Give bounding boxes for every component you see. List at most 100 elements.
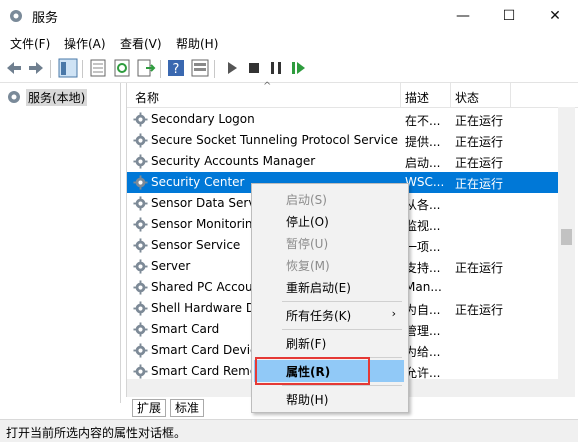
toolbar: ?	[0, 54, 578, 83]
scrollbar-thumb[interactable]	[561, 229, 572, 245]
menu-item-label: 恢复(M)	[286, 259, 330, 273]
service-gear-icon	[133, 175, 148, 190]
service-name: Shell Hardware D	[151, 301, 256, 315]
toolbar-separator	[82, 60, 83, 78]
title-bar: 服务 — ☐ ✕	[0, 0, 578, 32]
service-gear-icon	[133, 259, 148, 274]
service-description: 提供...	[405, 135, 441, 149]
service-status: 正在运行	[455, 114, 504, 128]
back-icon[interactable]	[4, 58, 24, 78]
service-name: Secure Socket Tunneling Protocol Service	[151, 133, 398, 147]
service-name: Smart Card	[151, 322, 220, 336]
service-gear-icon	[133, 196, 148, 211]
maximize-button[interactable]: ☐	[486, 0, 532, 32]
menu-item-all-tasks[interactable]: 所有任务(K) ›	[254, 304, 404, 326]
service-description: 一项...	[405, 240, 441, 254]
service-name: Sensor Service	[151, 238, 241, 252]
menu-item-label: 刷新(F)	[286, 337, 327, 351]
play-icon[interactable]	[222, 58, 242, 78]
column-divider[interactable]	[510, 83, 511, 107]
menu-item-start[interactable]: 启动(S)	[254, 188, 404, 210]
svg-text:?: ?	[173, 62, 180, 77]
service-gear-icon	[133, 154, 148, 169]
column-header-name[interactable]: 名称	[135, 89, 159, 106]
service-gear-icon	[133, 238, 148, 253]
help-icon[interactable]: ?	[166, 58, 186, 78]
service-name: Security Center	[151, 175, 245, 189]
properties-list-icon[interactable]	[88, 58, 108, 78]
column-divider[interactable]	[450, 83, 451, 107]
submenu-arrow-icon: ›	[391, 307, 396, 320]
menu-item-refresh[interactable]: 刷新(F)	[254, 332, 404, 354]
service-row[interactable]: Security Accounts Manager 启动... 正在运行	[127, 151, 559, 172]
service-row[interactable]: Secure Socket Tunneling Protocol Service…	[127, 130, 559, 151]
services-gear-icon	[8, 91, 20, 103]
menu-bar: 文件(F) 操作(A) 查看(V) 帮助(H)	[0, 32, 578, 54]
service-description: 监视...	[405, 219, 441, 233]
service-gear-icon	[133, 280, 148, 295]
highlight-callout-box	[255, 357, 370, 385]
menu-item-label: 暂停(U)	[286, 237, 329, 251]
service-name: Security Accounts Manager	[151, 154, 316, 168]
pause-icon[interactable]	[266, 58, 286, 78]
menu-item-label: 帮助(H)	[286, 393, 329, 407]
menu-view[interactable]: 查看(V)	[120, 35, 162, 52]
services-gear-icon	[10, 10, 22, 22]
refresh-icon[interactable]	[112, 58, 132, 78]
column-header-description[interactable]: 描述	[405, 89, 429, 106]
forward-icon[interactable]	[26, 58, 46, 78]
service-description: 支持...	[405, 261, 441, 275]
console-tree-icon[interactable]	[190, 58, 210, 78]
sort-caret-icon: ^	[263, 81, 272, 92]
menu-item-label: 所有任务(K)	[286, 309, 352, 323]
service-description: 启动...	[405, 156, 441, 170]
menu-item-label: 启动(S)	[286, 193, 327, 207]
service-name: Secondary Logon	[151, 112, 255, 126]
tree-item-services-local[interactable]: 服务(本地)	[4, 88, 114, 106]
column-divider[interactable]	[400, 83, 401, 107]
list-header: 名称 ^ 描述 状态	[127, 81, 578, 108]
service-status: 正在运行	[455, 156, 504, 170]
service-description: 在不...	[405, 114, 441, 128]
service-description: 从各...	[405, 198, 441, 212]
service-name: Sensor Data Serv	[151, 196, 256, 210]
service-gear-icon	[133, 217, 148, 232]
status-bar: 打开当前所选内容的属性对话框。	[0, 419, 578, 442]
service-gear-icon	[133, 343, 148, 358]
menu-file[interactable]: 文件(F)	[10, 35, 50, 52]
service-name: Shared PC Accou	[151, 280, 253, 294]
menu-item-restart[interactable]: 重新启动(E)	[254, 276, 404, 298]
console-tree-pane: 服务(本地)	[0, 83, 121, 403]
toolbar-separator	[214, 60, 215, 78]
tab-standard[interactable]: 标准	[170, 399, 205, 417]
menu-item-label: 停止(O)	[286, 215, 329, 229]
tree-item-label: 服务(本地)	[26, 89, 88, 106]
menu-item-stop[interactable]: 停止(O)	[254, 210, 404, 232]
stop-icon[interactable]	[244, 58, 264, 78]
vertical-scrollbar[interactable]	[558, 107, 575, 397]
restart-icon[interactable]	[288, 58, 308, 78]
menu-item-pause[interactable]: 暂停(U)	[254, 232, 404, 254]
menu-help[interactable]: 帮助(H)	[176, 35, 218, 52]
service-description: Man...	[405, 280, 442, 294]
tab-extended[interactable]: 扩展	[132, 399, 167, 417]
menu-item-label: 重新启动(E)	[286, 281, 351, 295]
minimize-button[interactable]: —	[440, 0, 486, 32]
service-status: 正在运行	[455, 261, 504, 275]
toolbar-separator	[160, 60, 161, 78]
column-header-status[interactable]: 状态	[455, 89, 479, 106]
service-gear-icon	[133, 322, 148, 337]
service-gear-icon	[133, 364, 148, 379]
service-status: 正在运行	[455, 135, 504, 149]
show-tree-icon[interactable]	[58, 58, 78, 78]
menu-separator	[282, 329, 402, 330]
service-gear-icon	[133, 112, 148, 127]
close-button[interactable]: ✕	[532, 0, 578, 32]
status-text: 打开当前所选内容的属性对话框。	[6, 426, 187, 440]
service-row[interactable]: Secondary Logon 在不... 正在运行	[127, 109, 559, 130]
menu-item-help[interactable]: 帮助(H)	[254, 388, 404, 410]
service-status: 正在运行	[455, 177, 504, 191]
export-list-icon[interactable]	[136, 58, 156, 78]
menu-action[interactable]: 操作(A)	[64, 35, 106, 52]
menu-item-resume[interactable]: 恢复(M)	[254, 254, 404, 276]
